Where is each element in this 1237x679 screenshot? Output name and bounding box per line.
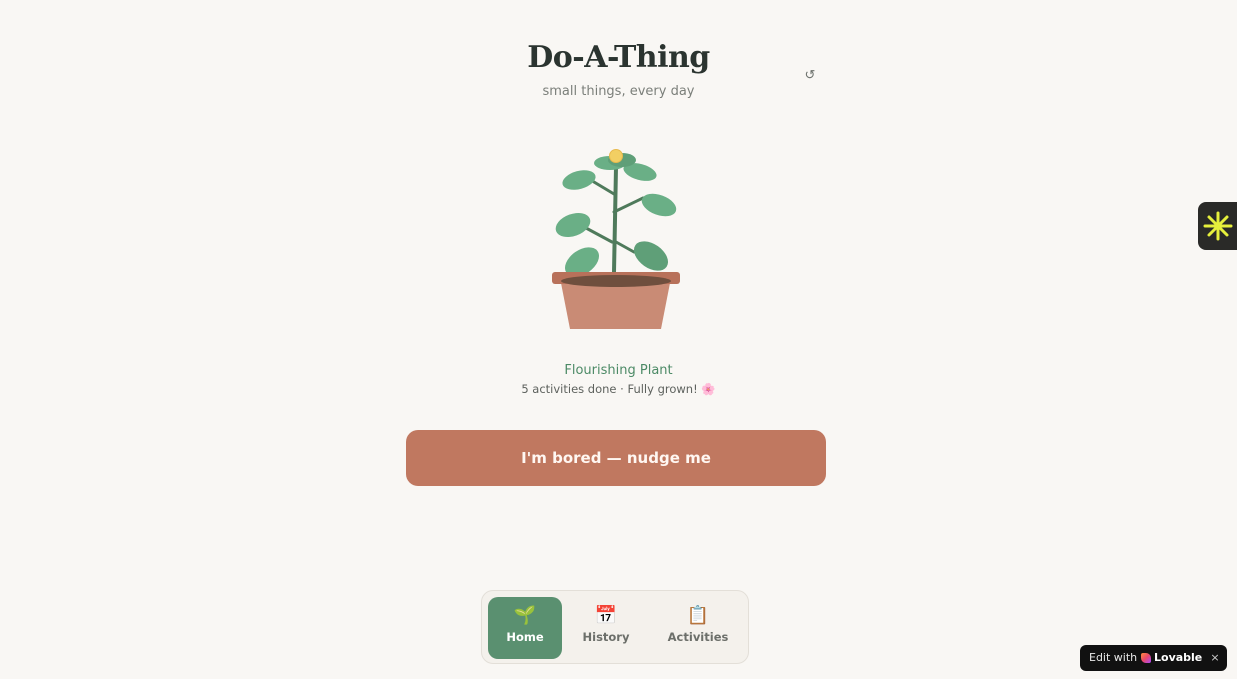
lovable-brand[interactable]: Lovable	[1154, 645, 1202, 671]
potted-plant-illustration	[552, 149, 680, 329]
plant-leaves	[555, 153, 677, 277]
plant-status: 5 activities done · Fully grown! 🌸	[521, 382, 716, 396]
sparkle-icon	[1203, 211, 1233, 241]
close-icon[interactable]: ×	[1207, 645, 1223, 671]
plant-pot	[552, 272, 680, 329]
tab-home-label: Home	[506, 630, 544, 644]
tab-history-label: History	[582, 630, 630, 644]
tab-home[interactable]: 🌱 Home	[488, 597, 562, 659]
seedling-icon: 🌱	[513, 605, 537, 626]
tab-activities[interactable]: 📋 Activities	[652, 597, 744, 659]
plant-flower	[609, 149, 623, 163]
tab-activities-label: Activities	[667, 630, 729, 644]
tab-history[interactable]: 📅 History	[568, 597, 644, 659]
lovable-heart-icon	[1141, 653, 1151, 663]
app-subtitle: small things, every day	[542, 84, 695, 99]
calendar-icon: 📅	[594, 605, 618, 626]
reset-icon[interactable]: ↺	[801, 66, 819, 84]
side-widget-button[interactable]	[1198, 202, 1237, 250]
clipboard-icon: 📋	[686, 605, 710, 626]
plant-name: Flourishing Plant	[564, 363, 673, 378]
lovable-edit-badge: Edit with Lovable ×	[1080, 645, 1227, 671]
app-page: Do-A-Thing small things, every day ↺ Flo…	[0, 0, 1237, 679]
app-title: Do-A-Thing	[527, 40, 710, 75]
nudge-button[interactable]: I'm bored — nudge me	[406, 430, 826, 486]
bottom-nav: 🌱 Home 📅 History 📋 Activities	[481, 590, 749, 664]
edit-with-label[interactable]: Edit with	[1089, 645, 1137, 671]
